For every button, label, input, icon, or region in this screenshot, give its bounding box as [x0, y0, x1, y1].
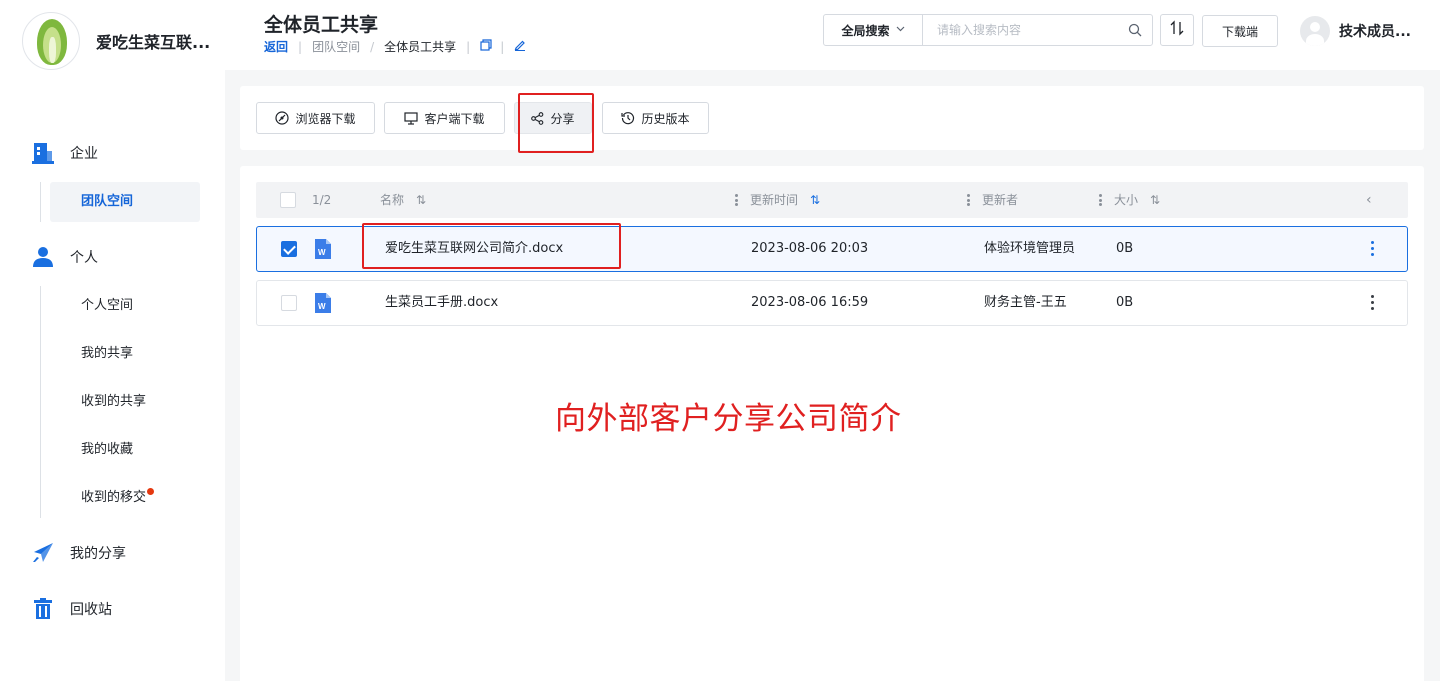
select-all-checkbox[interactable] — [280, 192, 296, 208]
file-updater: 财务主管-王五 — [984, 295, 1067, 310]
table-row[interactable]: W 爱吃生菜互联网公司简介.docx 2023-08-06 20:03 体验环境… — [256, 226, 1408, 272]
word-document-icon: W — [315, 239, 331, 259]
annotation-text: 向外部客户分享公司简介 — [555, 401, 902, 437]
history-versions-button[interactable]: 历史版本 — [602, 102, 709, 134]
row-checkbox[interactable] — [281, 241, 297, 257]
column-resize-handle[interactable] — [1099, 194, 1102, 206]
file-name[interactable]: 爱吃生菜互联网公司简介.docx — [385, 227, 563, 271]
person-icon — [32, 246, 54, 268]
chevron-down-icon — [896, 25, 905, 35]
file-updater: 体验环境管理员 — [984, 241, 1076, 256]
browser-icon — [275, 111, 290, 125]
button-label: 浏览器下载 — [295, 111, 356, 126]
browser-download-button[interactable]: 浏览器下载 — [256, 102, 375, 134]
sidebar: 爱吃生菜互联... 企业 团队空间 个人 个人空间 我的共享 收到的共享 我的收… — [0, 0, 225, 681]
sidebar-item-my-share[interactable]: 我的分享 — [32, 542, 126, 564]
nav-tree-line — [40, 182, 41, 222]
word-document-icon: W — [315, 293, 331, 313]
brand[interactable]: 爱吃生菜互联... — [22, 12, 210, 70]
monitor-icon — [404, 111, 419, 125]
sidebar-item-received-transfers[interactable]: 收到的移交 — [50, 478, 200, 518]
selection-count: 1/2 — [312, 193, 332, 207]
column-header-updated[interactable]: 更新时间 ⇅ — [750, 182, 820, 218]
search-icon[interactable] — [1118, 15, 1152, 45]
table-header: 1/2 名称 ⇅ 更新时间 ⇅ 更新者 大小 ⇅ ‹ — [256, 182, 1408, 218]
file-size: 0B — [1116, 241, 1134, 256]
sidebar-item-favorites[interactable]: 我的收藏 — [50, 430, 200, 470]
sidebar-item-label: 收到的移交 — [81, 490, 147, 505]
column-header-name[interactable]: 名称 ⇅ — [380, 182, 426, 218]
sort-icon — [1170, 20, 1184, 40]
file-toolbar: 浏览器下载 客户端下载 分享 历史版本 — [240, 86, 1424, 150]
paper-plane-icon — [32, 542, 54, 564]
collapse-chevron-icon[interactable]: ‹ — [1366, 182, 1372, 218]
button-label: 客户端下载 — [424, 111, 485, 126]
sidebar-item-team-space[interactable]: 团队空间 — [50, 182, 200, 222]
file-updated-time: 2023-08-06 20:03 — [751, 241, 869, 256]
sort-icon: ⇅ — [416, 193, 427, 207]
client-download-button[interactable]: 客户端下载 — [384, 102, 505, 134]
sidebar-group-label: 企业 — [70, 146, 98, 162]
search-scope-select[interactable]: 全局搜索 — [824, 15, 923, 45]
column-header-size[interactable]: 大小 ⇅ — [1114, 182, 1160, 218]
sort-icon: ⇅ — [1150, 193, 1161, 207]
file-updated-time: 2023-08-06 16:59 — [751, 295, 869, 310]
search-input[interactable] — [923, 15, 1118, 45]
avatar — [1300, 16, 1330, 46]
sort-button[interactable] — [1160, 14, 1194, 46]
back-link[interactable]: 返回 — [264, 38, 288, 55]
building-icon — [32, 142, 54, 164]
share-button[interactable]: 分享 — [514, 102, 592, 134]
column-header-updater[interactable]: 更新者 — [982, 182, 1018, 218]
button-label: 分享 — [550, 111, 575, 126]
sidebar-item-received-shares[interactable]: 收到的共享 — [50, 382, 200, 422]
history-icon — [621, 112, 635, 125]
sidebar-group-personal[interactable]: 个人 — [32, 246, 98, 268]
file-name[interactable]: 生菜员工手册.docx — [385, 281, 498, 325]
more-options-icon[interactable] — [1371, 241, 1375, 257]
search-bar: 全局搜索 — [823, 14, 1153, 46]
sidebar-item-my-shares[interactable]: 我的共享 — [50, 334, 200, 374]
sidebar-group-enterprise[interactable]: 企业 — [32, 142, 98, 164]
column-resize-handle[interactable] — [967, 194, 970, 206]
more-options-icon[interactable] — [1371, 295, 1375, 311]
trash-icon — [32, 598, 54, 620]
sort-icon: ⇅ — [810, 193, 821, 207]
user-name: 技术成员... — [1339, 24, 1411, 40]
search-scope-label: 全局搜索 — [841, 23, 890, 38]
breadcrumb-current: 全体员工共享 — [384, 40, 457, 54]
brand-name: 爱吃生菜互联... — [96, 33, 211, 52]
svg-text:W: W — [318, 302, 326, 311]
sidebar-item-recycle-bin[interactable]: 回收站 — [32, 598, 112, 620]
header: 全体员工共享 返回 | 团队空间 / 全体员工共享 | | 全局搜索 下载端 — [225, 0, 1440, 70]
breadcrumb: 返回 | 团队空间 / 全体员工共享 | | — [264, 38, 526, 55]
button-label: 历史版本 — [641, 111, 690, 126]
svg-text:W: W — [318, 248, 326, 257]
notification-dot — [147, 488, 155, 495]
share-icon — [531, 111, 544, 125]
row-checkbox[interactable] — [281, 295, 297, 311]
file-size: 0B — [1116, 295, 1134, 310]
edit-icon[interactable] — [514, 39, 526, 55]
page-title: 全体员工共享 — [264, 14, 379, 36]
table-row[interactable]: W 生菜员工手册.docx 2023-08-06 16:59 财务主管-王五 0… — [256, 280, 1408, 326]
copy-icon[interactable] — [480, 38, 492, 55]
nav-tree-line — [40, 286, 41, 518]
breadcrumb-team-space[interactable]: 团队空间 — [312, 38, 360, 55]
sidebar-group-label: 个人 — [70, 250, 98, 266]
lettuce-logo — [22, 12, 80, 70]
sidebar-item-label: 我的分享 — [70, 546, 126, 562]
column-resize-handle[interactable] — [735, 194, 738, 206]
sidebar-item-personal-space[interactable]: 个人空间 — [50, 286, 200, 326]
sidebar-item-label: 回收站 — [70, 602, 112, 618]
user-menu[interactable]: 技术成员... — [1300, 16, 1411, 46]
download-client-button[interactable]: 下载端 — [1202, 15, 1278, 47]
